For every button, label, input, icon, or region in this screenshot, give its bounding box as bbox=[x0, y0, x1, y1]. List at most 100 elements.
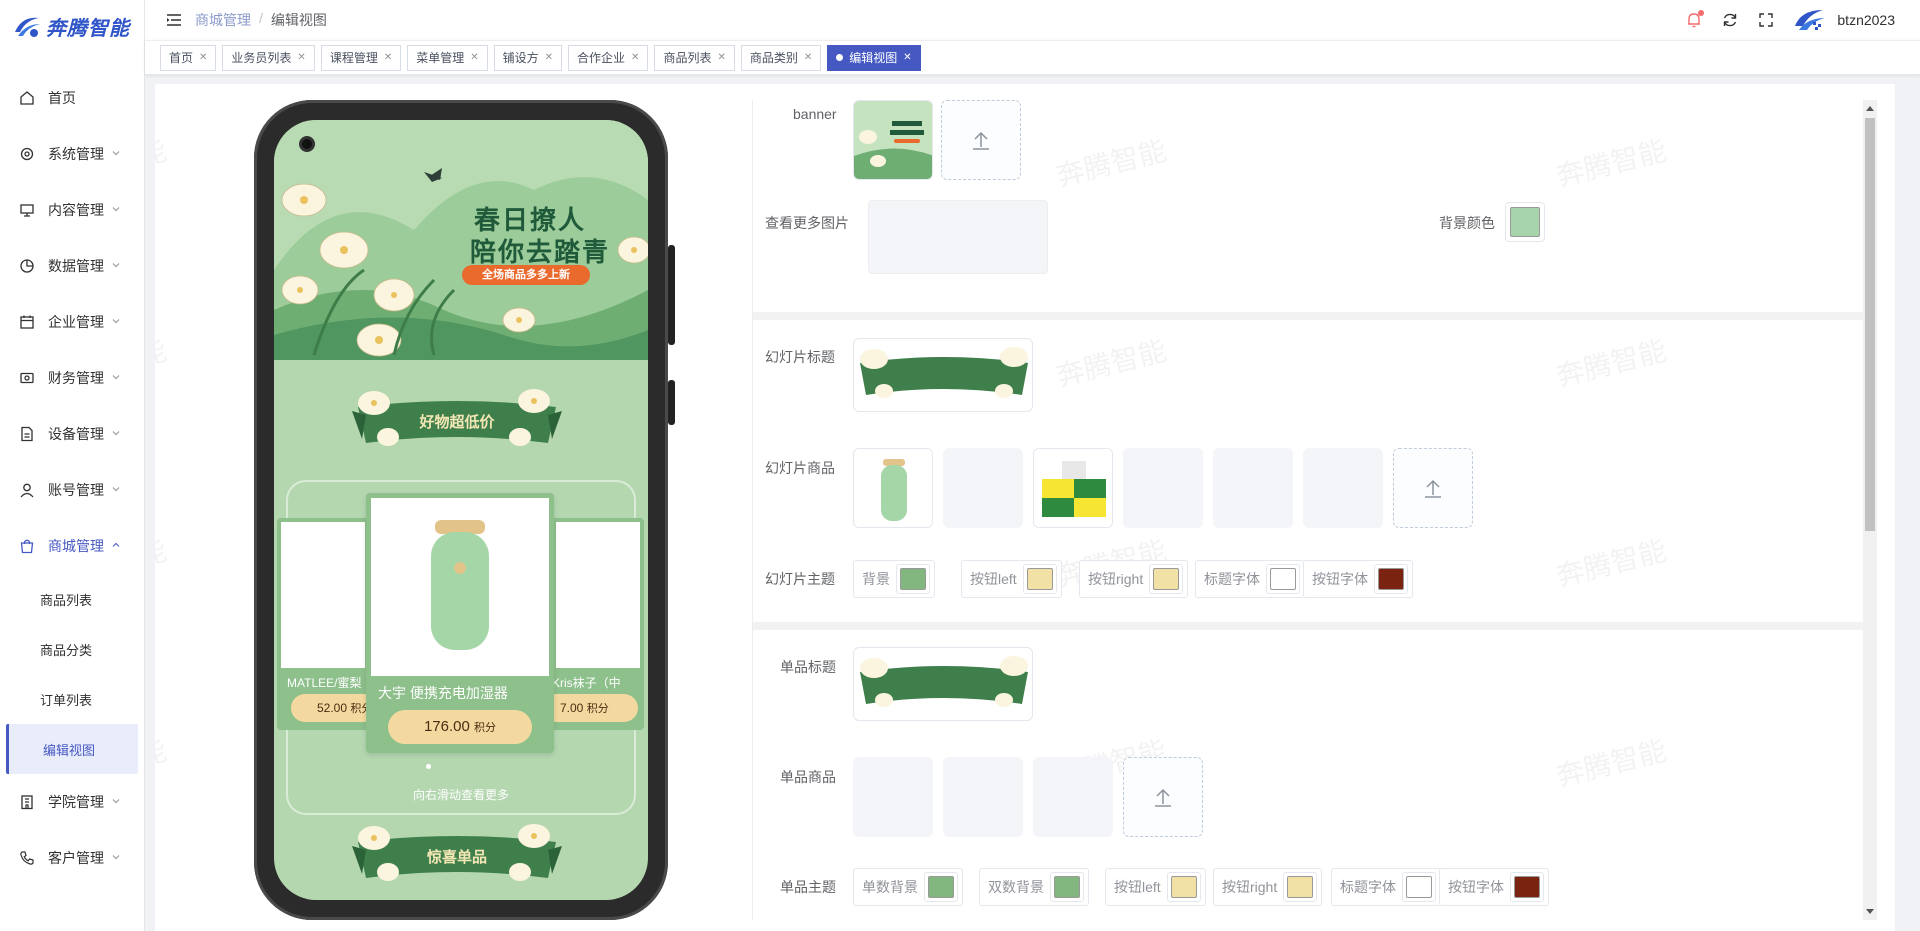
slide-title-ribbon: 好物超低价 bbox=[352, 385, 562, 460]
scroll-up-arrow-icon[interactable] bbox=[1866, 106, 1874, 111]
sidebar-item-label: 企业管理 bbox=[48, 314, 104, 330]
username[interactable]: btzn2023 bbox=[1837, 12, 1895, 28]
sidebar-item-enterprise[interactable]: 企业管理 bbox=[0, 294, 144, 350]
tab-partner[interactable]: 合作企业 ✕ bbox=[568, 44, 649, 71]
chip-label: 按钮left bbox=[970, 571, 1017, 587]
sidebar-item-data[interactable]: 数据管理 bbox=[0, 238, 144, 294]
chip-label: 背景 bbox=[862, 571, 890, 587]
single-goods-slot-2[interactable] bbox=[943, 757, 1023, 837]
single-goods-upload-button[interactable] bbox=[1123, 757, 1203, 837]
sidebar-item-finance[interactable]: 财务管理 bbox=[0, 350, 144, 406]
tab-goods-list[interactable]: 商品列表 ✕ bbox=[654, 44, 735, 71]
color-box bbox=[1022, 564, 1057, 594]
tab-edit-view[interactable]: 编辑视图 ✕ bbox=[827, 44, 921, 71]
single-theme-odd-bg-picker[interactable]: 单数背景 bbox=[853, 868, 963, 906]
color-box bbox=[1374, 564, 1408, 594]
single-theme-btn-right-picker[interactable]: 按钮right bbox=[1213, 868, 1323, 906]
tab-course[interactable]: 课程管理 ✕ bbox=[320, 44, 402, 71]
sidebar-item-content[interactable]: 内容管理 bbox=[0, 182, 144, 238]
single-theme-label: 单品主题 bbox=[780, 879, 836, 895]
tab-salesman-list[interactable]: 业务员列表 ✕ bbox=[222, 44, 315, 71]
slide-theme-title-font-picker[interactable]: 标题字体 bbox=[1195, 560, 1305, 598]
bg-color-picker[interactable] bbox=[1505, 202, 1545, 242]
banner-upload-button[interactable] bbox=[941, 100, 1021, 180]
banner-thumbnail[interactable] bbox=[853, 100, 933, 180]
logo[interactable]: 奔腾智能 bbox=[0, 0, 144, 52]
submenu-item-order-list[interactable]: 订单列表 bbox=[0, 674, 144, 724]
single-goods-slot-1[interactable] bbox=[853, 757, 933, 837]
carousel-card-main[interactable]: 大宇 便携充电加湿器 176.00 积分 bbox=[366, 493, 554, 753]
close-icon[interactable]: ✕ bbox=[384, 52, 392, 63]
close-icon[interactable]: ✕ bbox=[545, 52, 553, 63]
slide-goods-slot-6[interactable] bbox=[1303, 448, 1383, 528]
more-images-slot[interactable] bbox=[868, 200, 1048, 274]
submenu-item-edit-view[interactable]: 编辑视图 bbox=[6, 724, 138, 774]
single-title-image bbox=[860, 656, 1028, 707]
tab-home[interactable]: 首页 ✕ bbox=[160, 44, 217, 71]
editor-scrollbar[interactable] bbox=[1863, 100, 1877, 920]
slide-theme-btn-font-picker[interactable]: 按钮字体 bbox=[1303, 560, 1413, 598]
slide-theme-btn-left-picker[interactable]: 按钮left bbox=[961, 560, 1062, 598]
slide-goods-slot-4[interactable] bbox=[1123, 448, 1203, 528]
tab-menu[interactable]: 菜单管理 ✕ bbox=[407, 44, 488, 71]
chip-label: 标题字体 bbox=[1204, 571, 1260, 587]
sidebar-item-device[interactable]: 设备管理 bbox=[0, 406, 144, 462]
single-title-thumbnail[interactable] bbox=[853, 647, 1033, 721]
close-icon[interactable]: ✕ bbox=[717, 52, 725, 63]
tab-label: 商品类别 bbox=[749, 51, 798, 65]
single-goods-slot-3[interactable] bbox=[1033, 757, 1113, 837]
slide-theme-btn-right-picker[interactable]: 按钮right bbox=[1079, 560, 1189, 598]
carousel-card-right[interactable]: Kris袜子（中 7.00 积分 bbox=[512, 518, 644, 730]
watermark: 奔腾智能 bbox=[155, 134, 170, 193]
sidebar-item-home[interactable]: 首页 bbox=[0, 70, 144, 126]
fullscreen-icon[interactable] bbox=[1757, 11, 1775, 29]
carousel-card-left[interactable]: MATLEE/蜜梨 52.00 积分 bbox=[277, 518, 401, 730]
sidebar-item-mall[interactable]: 商城管理 bbox=[0, 518, 144, 574]
sidebar-item-account[interactable]: 账号管理 bbox=[0, 462, 144, 518]
close-icon[interactable]: ✕ bbox=[903, 52, 911, 63]
chevron-down-icon bbox=[112, 263, 120, 268]
breadcrumb-item-mall[interactable]: 商城管理 bbox=[195, 10, 251, 30]
bell-icon[interactable] bbox=[1685, 10, 1705, 29]
chip-label: 按钮right bbox=[1222, 879, 1278, 895]
sidebar-item-academy[interactable]: 学院管理 bbox=[0, 774, 144, 830]
refresh-icon[interactable] bbox=[1721, 11, 1739, 29]
close-icon[interactable]: ✕ bbox=[804, 52, 812, 63]
scrollbar-thumb[interactable] bbox=[1865, 118, 1875, 531]
building-icon bbox=[18, 793, 36, 811]
slide-goods-thumb-1[interactable] bbox=[853, 448, 933, 528]
mall-submenu: 商品列表 商品分类 订单列表 编辑视图 bbox=[0, 574, 144, 774]
close-icon[interactable]: ✕ bbox=[631, 52, 639, 63]
tab-installer[interactable]: 铺设方 ✕ bbox=[493, 44, 563, 71]
slide-theme-bg-picker[interactable]: 背景 bbox=[853, 560, 935, 598]
single-theme-title-font-picker[interactable]: 标题字体 bbox=[1331, 868, 1441, 906]
section-divider bbox=[753, 622, 1863, 630]
close-icon[interactable]: ✕ bbox=[470, 52, 478, 63]
sidebar-item-system[interactable]: 系统管理 bbox=[0, 126, 144, 182]
close-icon[interactable]: ✕ bbox=[297, 52, 305, 63]
header-actions: btzn2023 bbox=[1685, 8, 1895, 32]
chip-label: 按钮字体 bbox=[1448, 879, 1504, 895]
slide-goods-upload-button[interactable] bbox=[1393, 448, 1473, 528]
single-theme-btn-font-picker[interactable]: 按钮字体 bbox=[1439, 868, 1549, 906]
single-theme-btn-left-picker[interactable]: 按钮left bbox=[1105, 868, 1206, 906]
slide-goods-thumb-3[interactable] bbox=[1033, 448, 1113, 528]
scroll-down-arrow-icon[interactable] bbox=[1866, 909, 1874, 914]
slide-goods-slot-2[interactable] bbox=[943, 448, 1023, 528]
menu-toggle-icon[interactable] bbox=[165, 11, 183, 29]
tab-goods-category[interactable]: 商品类别 ✕ bbox=[740, 44, 822, 71]
submenu-item-goods-list[interactable]: 商品列表 bbox=[0, 574, 144, 624]
single-theme-even-bg-picker[interactable]: 双数背景 bbox=[979, 868, 1089, 906]
slide-title-thumbnail[interactable] bbox=[853, 338, 1033, 412]
slide-goods-slot-5[interactable] bbox=[1213, 448, 1293, 528]
bg-color-label: 背景颜色 bbox=[1439, 215, 1495, 231]
sidebar-item-customer[interactable]: 客户管理 bbox=[0, 830, 144, 886]
submenu-item-goods-category[interactable]: 商品分类 bbox=[0, 624, 144, 674]
single-title-text: 惊喜单品 bbox=[426, 850, 487, 866]
avatar[interactable] bbox=[1793, 8, 1827, 32]
sidebar-item-label: 账号管理 bbox=[48, 482, 104, 498]
sidebar-item-label: 商城管理 bbox=[48, 538, 104, 554]
close-icon[interactable]: ✕ bbox=[199, 52, 207, 63]
color-swatch bbox=[900, 568, 926, 590]
chevron-down-icon bbox=[112, 799, 120, 804]
